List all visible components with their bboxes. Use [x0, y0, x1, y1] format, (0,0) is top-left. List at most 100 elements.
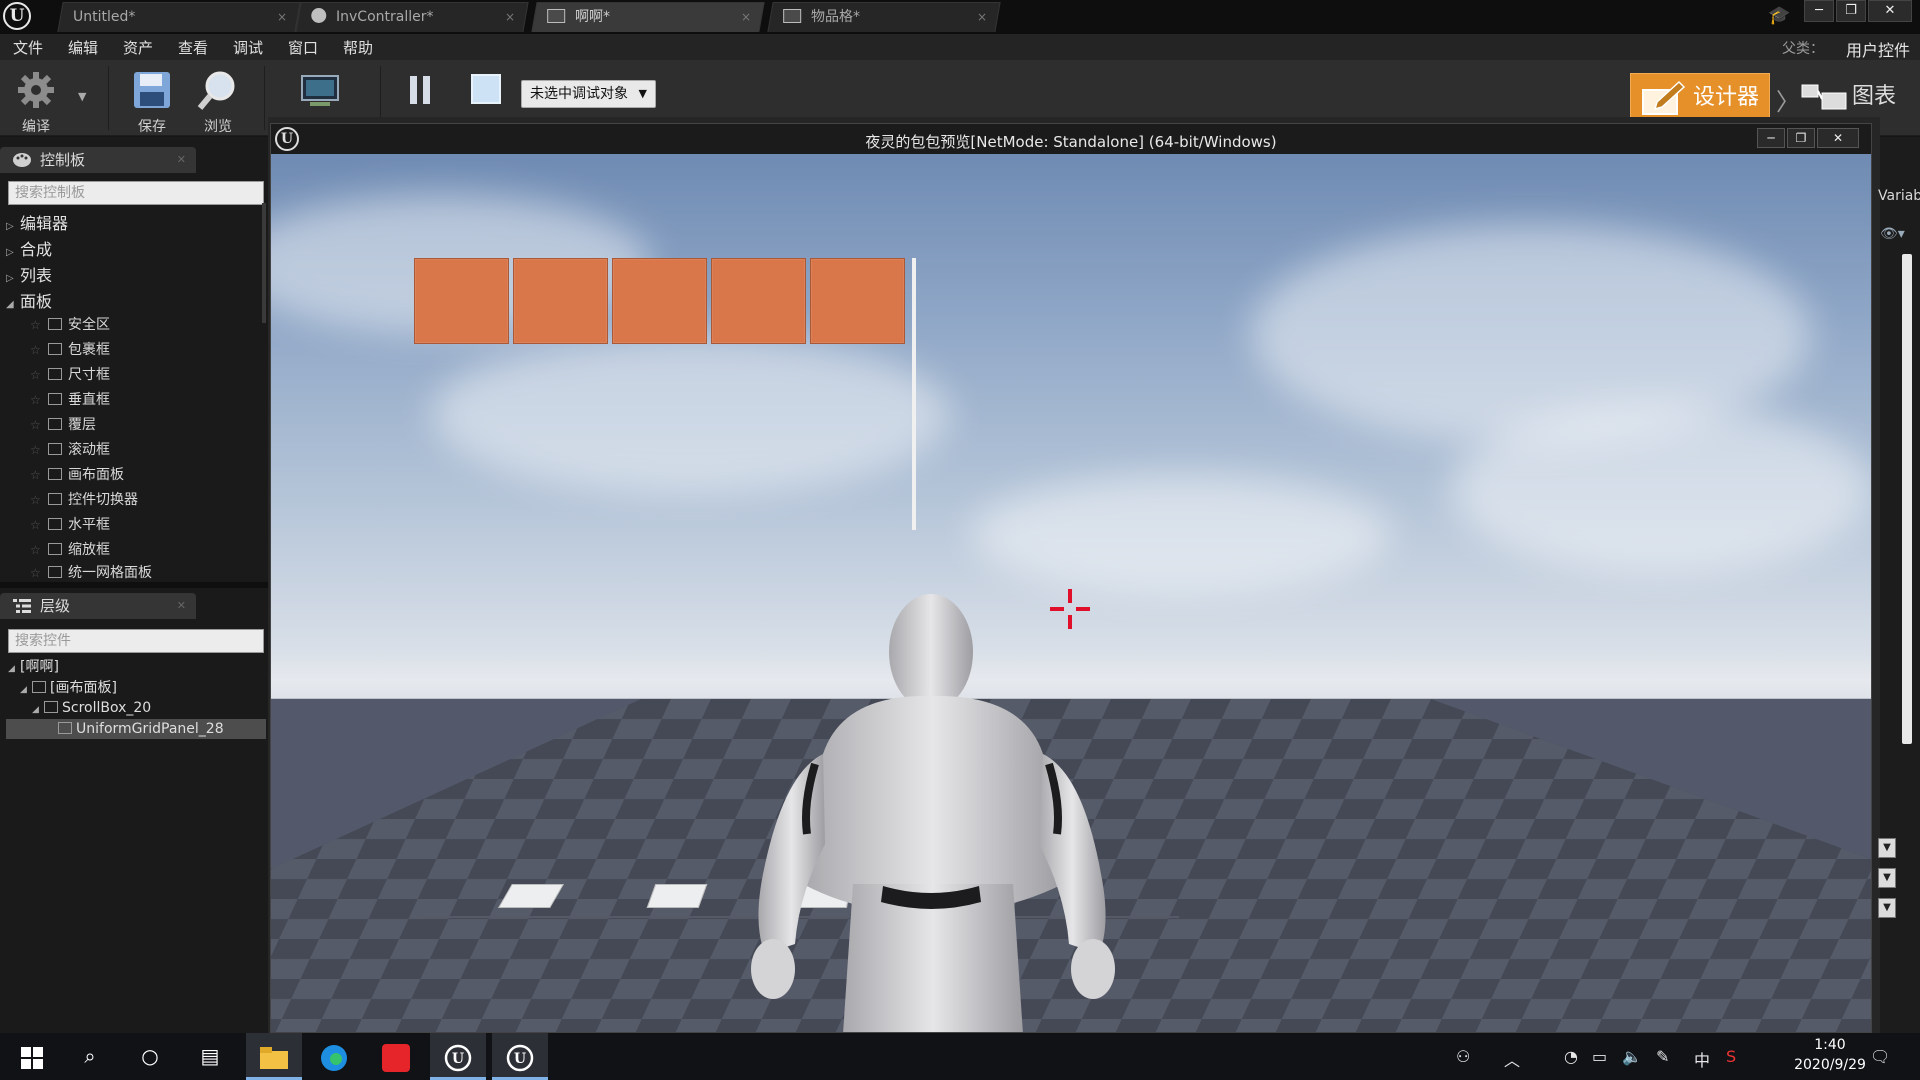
menu-file[interactable]: 文件: [13, 37, 43, 58]
favorite-star-icon[interactable]: ☆: [30, 413, 48, 437]
people-icon[interactable]: ⚇: [1456, 1047, 1470, 1066]
tab-item-slot[interactable]: 物品格* ×: [767, 2, 1001, 32]
pen-workspace-icon[interactable]: ✎: [1656, 1047, 1669, 1066]
palette-item-scroll-box[interactable]: ☆ 滚动框: [30, 438, 110, 462]
favorite-star-icon[interactable]: ☆: [30, 488, 48, 512]
preview-title-bar[interactable]: U 夜灵的包包预览[NetMode: Standalone] (64-bit/W…: [271, 124, 1871, 154]
hierarchy-tab[interactable]: 层级 ✕: [0, 593, 196, 619]
browse-button[interactable]: 浏览: [188, 64, 248, 136]
preview-close-button[interactable]: ✕: [1817, 128, 1859, 148]
menu-help[interactable]: 帮助: [343, 37, 373, 58]
designer-mode-button[interactable]: 设计器: [1630, 73, 1770, 123]
favorite-star-icon[interactable]: ☆: [30, 438, 48, 462]
unreal-logo-icon[interactable]: U: [3, 2, 31, 30]
favorite-star-icon[interactable]: ☆: [30, 538, 48, 562]
notification-center-icon[interactable]: 🗨: [1870, 1047, 1890, 1066]
tab-close-icon[interactable]: ×: [977, 3, 987, 31]
palette-item-safe-zone[interactable]: ☆ 安全区: [30, 313, 110, 337]
unreal-engine-taskbar-icon-2[interactable]: U: [492, 1033, 548, 1080]
panel-splitter[interactable]: [0, 582, 268, 588]
file-explorer-icon[interactable]: [246, 1033, 302, 1080]
tree-item-scrollbox[interactable]: ◢ ScrollBox_20: [32, 698, 151, 718]
preview-minimize-button[interactable]: ─: [1757, 128, 1785, 148]
favorite-star-icon[interactable]: ☆: [30, 388, 48, 412]
unreal-engine-taskbar-icon[interactable]: U: [430, 1033, 486, 1080]
menu-edit[interactable]: 编辑: [68, 37, 98, 58]
favorite-star-icon[interactable]: ☆: [30, 561, 48, 579]
youdao-dictionary-icon[interactable]: [368, 1033, 424, 1080]
hierarchy-search-input[interactable]: [9, 630, 263, 652]
minimize-button[interactable]: ─: [1804, 0, 1834, 22]
palette-item-widget-switcher[interactable]: ☆ 控件切换器: [30, 488, 138, 512]
palette-item-uniform-grid-panel[interactable]: ☆ 统一网格面板: [30, 561, 152, 579]
inventory-scrollbar[interactable]: [912, 258, 916, 530]
close-icon[interactable]: ✕: [177, 147, 186, 173]
battery-icon[interactable]: ▭: [1592, 1047, 1607, 1066]
menu-asset[interactable]: 资产: [123, 37, 153, 58]
tab-close-icon[interactable]: ×: [741, 3, 751, 31]
dropdown-arrow-icon[interactable]: ▼: [1878, 868, 1896, 888]
favorite-star-icon[interactable]: ☆: [30, 513, 48, 537]
tab-close-icon[interactable]: ×: [277, 3, 287, 31]
debug-object-select[interactable]: 未选中调试对象 ▼: [521, 80, 656, 108]
close-button[interactable]: ✕: [1868, 0, 1912, 22]
inventory-slot[interactable]: [612, 258, 707, 344]
favorite-star-icon[interactable]: ☆: [30, 338, 48, 362]
compile-options-chevron-icon[interactable]: ▼: [78, 90, 86, 103]
palette-scrollbar[interactable]: [262, 203, 266, 323]
sogou-input-icon[interactable]: S: [1726, 1047, 1736, 1066]
volume-icon[interactable]: 🔈: [1622, 1047, 1642, 1066]
palette-item-size-box[interactable]: ☆ 尺寸框: [30, 363, 110, 387]
palette-search-input[interactable]: [9, 182, 263, 204]
palette-item-horizontal-box[interactable]: ☆ 水平框: [30, 513, 110, 537]
edge-browser-icon[interactable]: [306, 1033, 362, 1080]
palette-category-editor[interactable]: ▷ 编辑器: [6, 210, 68, 234]
palette-category-panel[interactable]: ◢ 面板: [6, 288, 52, 312]
details-scrollbar[interactable]: [1902, 254, 1912, 744]
favorite-star-icon[interactable]: ☆: [30, 463, 48, 487]
tree-item-root[interactable]: ◢ [啊啊]: [8, 657, 59, 677]
task-view-icon[interactable]: ▤: [182, 1033, 238, 1080]
clock-time[interactable]: 1:40: [1790, 1037, 1870, 1053]
search-icon[interactable]: ⌕: [62, 1033, 118, 1080]
parent-class-value[interactable]: 用户控件: [1846, 37, 1910, 61]
cortana-circle-icon[interactable]: ○: [122, 1033, 178, 1080]
inventory-slot[interactable]: [711, 258, 806, 344]
palette-item-wrap-box[interactable]: ☆ 包裹框: [30, 338, 110, 362]
favorite-star-icon[interactable]: ☆: [30, 313, 48, 337]
ime-mode-indicator[interactable]: 中: [1694, 1047, 1710, 1071]
tree-item-canvas-panel[interactable]: ◢ [画布面板]: [20, 678, 117, 698]
inventory-slot[interactable]: [810, 258, 905, 344]
favorite-star-icon[interactable]: ☆: [30, 363, 48, 387]
tab-close-icon[interactable]: ×: [505, 3, 515, 31]
menu-window[interactable]: 窗口: [288, 37, 318, 58]
menu-view[interactable]: 查看: [178, 37, 208, 58]
close-icon[interactable]: ✕: [177, 593, 186, 619]
palette-category-list[interactable]: ▷ 列表: [6, 262, 52, 286]
save-button[interactable]: 保存: [122, 64, 182, 136]
inventory-slot[interactable]: [414, 258, 509, 344]
palette-category-composite[interactable]: ▷ 合成: [6, 236, 52, 260]
graph-mode-button[interactable]: 图表: [1800, 73, 1918, 123]
learn-hat-icon[interactable]: 🎓: [1768, 5, 1790, 27]
game-viewport[interactable]: [271, 154, 1871, 1032]
dropdown-arrow-icon[interactable]: ▼: [1878, 898, 1896, 918]
tab-untitled[interactable]: Untitled* ×: [57, 2, 301, 32]
tree-item-uniform-grid-panel[interactable]: UniformGridPanel_28: [58, 719, 224, 739]
eye-icon[interactable]: 👁▾: [1880, 226, 1905, 242]
network-icon[interactable]: ◔: [1564, 1047, 1578, 1066]
restore-button[interactable]: ❐: [1836, 0, 1866, 22]
dropdown-arrow-icon[interactable]: ▼: [1878, 838, 1896, 858]
show-hidden-icons-chevron-icon[interactable]: ︿: [1504, 1047, 1520, 1071]
preview-maximize-button[interactable]: ❐: [1787, 128, 1815, 148]
palette-item-overlay[interactable]: ☆ 覆层: [30, 413, 96, 437]
windows-start-icon[interactable]: [4, 1033, 60, 1080]
tab-invcontraller[interactable]: InvContraller* ×: [295, 2, 529, 32]
inventory-slot[interactable]: [513, 258, 608, 344]
tab-aa[interactable]: 啊啊* ×: [531, 2, 765, 32]
compile-button[interactable]: 编译: [6, 64, 66, 136]
palette-item-canvas-panel[interactable]: ☆ 画布面板: [30, 463, 124, 487]
palette-item-vertical-box[interactable]: ☆ 垂直框: [30, 388, 110, 412]
palette-tab[interactable]: 控制板 ✕: [0, 147, 196, 173]
palette-item-scale-box[interactable]: ☆ 缩放框: [30, 538, 110, 562]
